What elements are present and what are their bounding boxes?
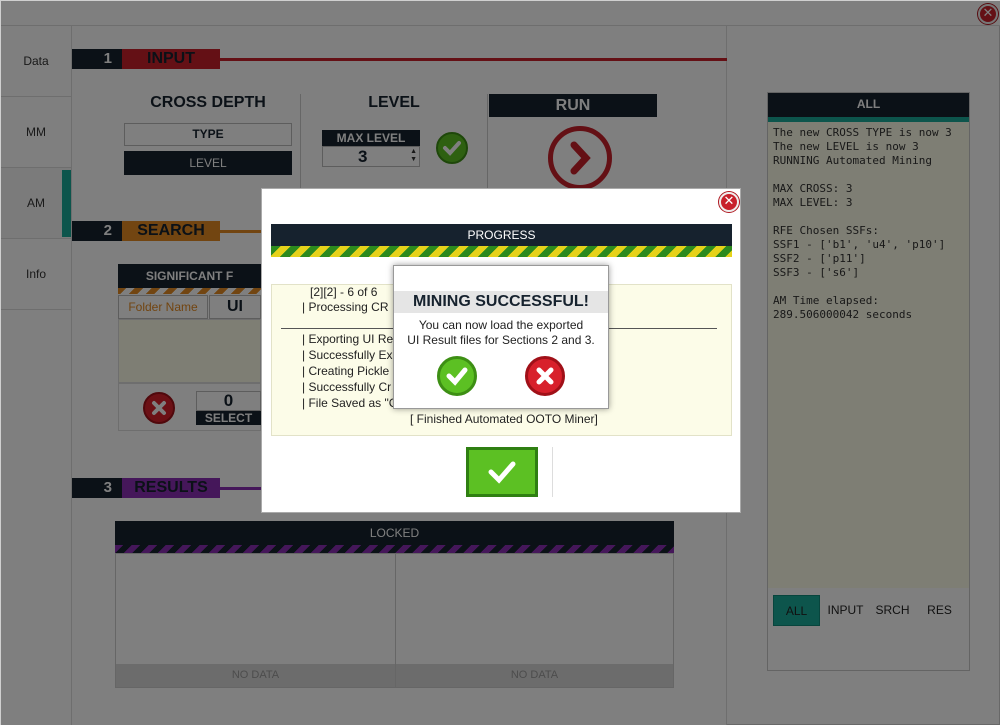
progress-header: PROGRESS [271,224,732,246]
check-icon [446,367,468,386]
confirm-button[interactable] [437,356,477,396]
progress-line: | Successfully Cr [302,380,392,394]
progress-line: | Exporting UI Re [302,332,394,346]
ok-button[interactable] [466,447,538,497]
close-dialog-icon[interactable]: ✕ [719,192,739,212]
message-title: MINING SUCCESSFUL! [394,291,608,313]
progress-line: | Processing CR [302,300,389,314]
check-icon [488,461,516,484]
progress-finished: [ Finished Automated OOTO Miner] [410,412,598,426]
progress-line: | File Saved as "C [302,396,398,410]
message-line: UI Result files for Sections 2 and 3. [407,333,595,347]
divider [552,447,553,497]
message-body: You can now load the exported UI Result … [394,318,608,348]
message-line: You can now load the exported [418,318,584,332]
progress-line: [2][2] - 6 of 6 [310,285,378,299]
close-icon [536,367,554,385]
progress-stripe [271,246,732,257]
main-window: ✕ Data MM AM Info 1 INPUT CROSS DEPTH TY… [0,0,1000,725]
progress-line: | Successfully Ex [302,348,393,362]
dismiss-button[interactable] [525,356,565,396]
success-message: MINING SUCCESSFUL! You can now load the … [393,265,609,409]
progress-line: | Creating Pickle [302,364,390,378]
